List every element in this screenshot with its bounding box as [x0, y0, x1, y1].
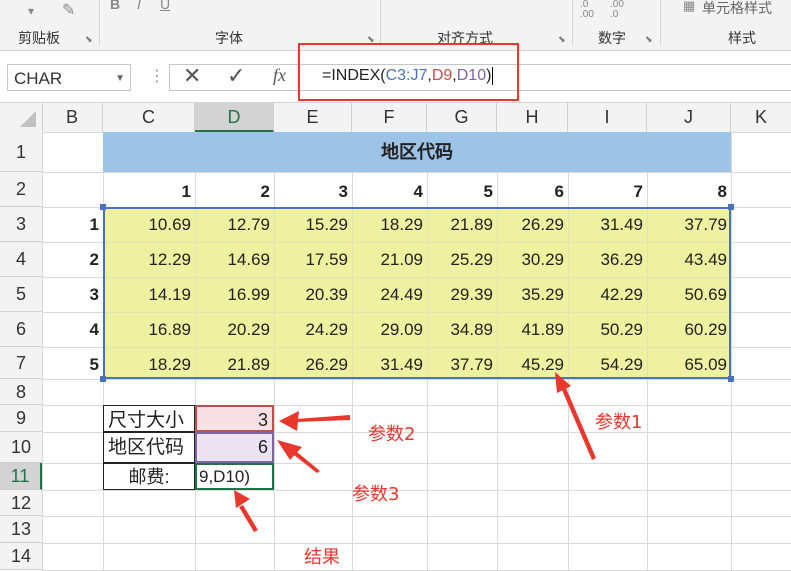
arrow-to-size-value — [296, 415, 350, 422]
annotation-param1: 参数1 — [595, 412, 643, 433]
annotation-param3: 参数3 — [352, 484, 400, 505]
arrow-to-table — [562, 388, 596, 460]
annotation-param2: 参数2 — [368, 424, 416, 445]
arrow-to-result — [239, 505, 258, 532]
annotation-result: 结果 — [304, 547, 340, 568]
arrow-to-region-value — [294, 452, 320, 473]
